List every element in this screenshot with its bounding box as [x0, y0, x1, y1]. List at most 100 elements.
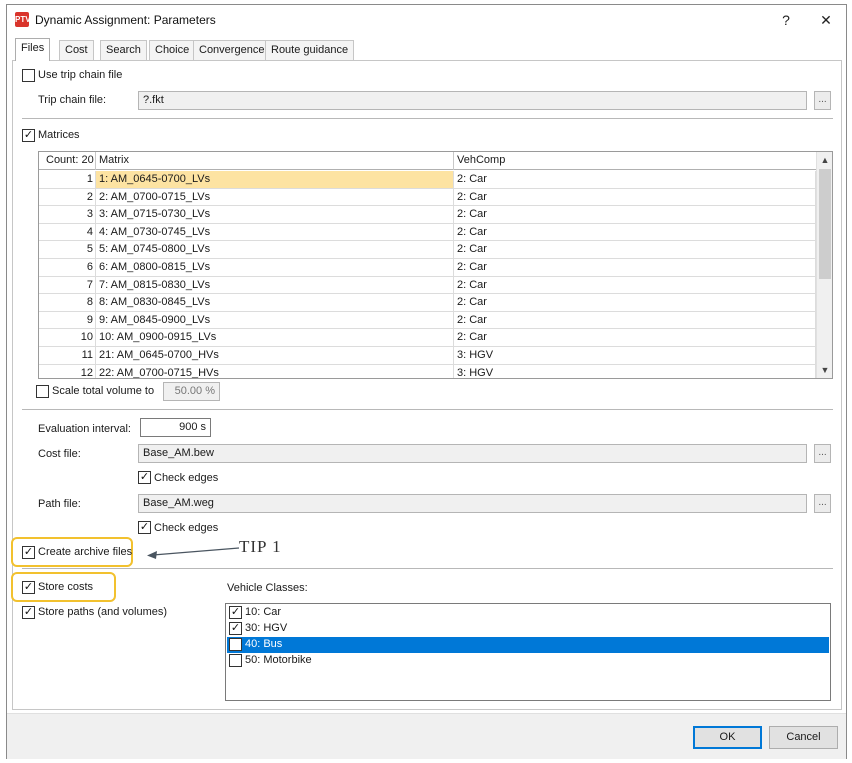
- tip-annotation: TIP 1: [239, 537, 282, 556]
- matrix-cell[interactable]: 8: AM_0830-0845_LVs: [96, 294, 454, 312]
- table-row[interactable]: 11 21: AM_0645-0700_HVs 3: HGV: [39, 347, 816, 365]
- tab-convergence[interactable]: Convergence: [193, 40, 271, 60]
- ok-button[interactable]: OK: [693, 726, 762, 749]
- vehcomp-cell[interactable]: 2: Car: [454, 311, 816, 329]
- vehcomp-cell[interactable]: 2: Car: [454, 171, 816, 188]
- store-paths-label: Store paths (and volumes): [38, 606, 168, 618]
- cost-check-edges-label: Check edges: [154, 472, 219, 484]
- path-check-edges-label: Check edges: [154, 522, 219, 534]
- table-row[interactable]: 7 7: AM_0815-0830_LVs 2: Car: [39, 276, 816, 295]
- tab-files[interactable]: Files: [15, 38, 51, 61]
- scroll-up-icon[interactable]: ▲: [817, 152, 832, 168]
- table-row[interactable]: 12 22: AM_0700-0715_HVs 3: HGV: [39, 364, 816, 378]
- tip-arrow-icon: [147, 547, 240, 559]
- row-number-cell[interactable]: 8: [39, 294, 96, 312]
- matrices-grid[interactable]: Count: 20 Matrix VehComp 1 1: AM_0645-070…: [38, 151, 833, 379]
- evaluation-interval-field[interactable]: 900 s: [140, 418, 211, 437]
- dialog-footer: OK Cancel: [7, 713, 846, 759]
- matrix-cell[interactable]: 2: AM_0700-0715_LVs: [96, 188, 454, 206]
- vehicle-class-label: 10: Car: [245, 606, 282, 618]
- vehcomp-cell[interactable]: 2: Car: [454, 329, 816, 347]
- table-row[interactable]: 8 8: AM_0830-0845_LVs 2: Car: [39, 294, 816, 312]
- row-number-cell[interactable]: 3: [39, 206, 96, 224]
- vehicle-class-item[interactable]: ✓ 10: Car: [227, 605, 829, 621]
- row-number-cell[interactable]: 9: [39, 311, 96, 329]
- use-trip-chain-checkbox[interactable]: [22, 69, 35, 82]
- create-archive-checkbox[interactable]: ✓: [22, 546, 35, 559]
- scroll-thumb[interactable]: [819, 169, 831, 279]
- grid-vertical-scrollbar[interactable]: ▲ ▼: [816, 152, 832, 378]
- table-row[interactable]: 1 1: AM_0645-0700_LVs 2: Car: [39, 171, 816, 189]
- vehicle-class-checkbox[interactable]: ✓: [229, 606, 242, 619]
- vehicle-classes-list[interactable]: ✓ 10: Car ✓ 30: HGV 40: Bus 50: Motorbik…: [225, 603, 831, 701]
- vehicle-class-checkbox[interactable]: [229, 638, 242, 651]
- row-number-cell[interactable]: 2: [39, 188, 96, 206]
- path-file-browse-button[interactable]: ...: [814, 494, 831, 513]
- row-number-cell[interactable]: 11: [39, 347, 96, 364]
- vehcomp-cell[interactable]: 3: HGV: [454, 347, 816, 364]
- matrix-cell[interactable]: 21: AM_0645-0700_HVs: [96, 347, 454, 364]
- scale-volume-checkbox[interactable]: [36, 385, 49, 398]
- table-row[interactable]: 2 2: AM_0700-0715_LVs 2: Car: [39, 188, 816, 207]
- vehcomp-cell[interactable]: 2: Car: [454, 206, 816, 224]
- matrix-cell[interactable]: 1: AM_0645-0700_LVs: [96, 171, 454, 188]
- col-header-vehcomp[interactable]: VehComp: [454, 152, 816, 170]
- cancel-button[interactable]: Cancel: [769, 726, 838, 749]
- store-costs-checkbox[interactable]: ✓: [22, 581, 35, 594]
- tab-choice[interactable]: Choice: [149, 40, 196, 60]
- trip-chain-browse-button[interactable]: ...: [814, 91, 831, 110]
- vehicle-class-checkbox[interactable]: [229, 654, 242, 667]
- vehcomp-cell[interactable]: 3: HGV: [454, 364, 816, 378]
- table-row[interactable]: 10 10: AM_0900-0915_LVs 2: Car: [39, 329, 816, 347]
- path-check-edges-checkbox[interactable]: ✓: [138, 521, 151, 534]
- table-row[interactable]: 4 4: AM_0730-0745_LVs 2: Car: [39, 223, 816, 242]
- vehcomp-cell[interactable]: 2: Car: [454, 223, 816, 241]
- row-number-cell[interactable]: 10: [39, 329, 96, 347]
- help-button[interactable]: ?: [773, 9, 799, 31]
- vehicle-class-item[interactable]: 40: Bus: [227, 637, 829, 653]
- tab-cost[interactable]: Cost: [59, 40, 94, 60]
- scroll-down-icon[interactable]: ▼: [817, 362, 832, 378]
- table-row[interactable]: 9 9: AM_0845-0900_LVs 2: Car: [39, 311, 816, 330]
- row-number-cell[interactable]: 1: [39, 171, 96, 188]
- close-button[interactable]: ✕: [813, 9, 839, 31]
- vehcomp-cell[interactable]: 2: Car: [454, 241, 816, 259]
- vehcomp-cell[interactable]: 2: Car: [454, 259, 816, 276]
- row-number-cell[interactable]: 6: [39, 259, 96, 276]
- table-row[interactable]: 5 5: AM_0745-0800_LVs 2: Car: [39, 241, 816, 259]
- vehicle-class-checkbox[interactable]: ✓: [229, 622, 242, 635]
- vehicle-class-item[interactable]: ✓ 30: HGV: [227, 621, 829, 637]
- title-bar: PTV Dynamic Assignment: Parameters ? ✕: [7, 5, 846, 35]
- tab-route-guidance[interactable]: Route guidance: [265, 40, 355, 60]
- vehcomp-cell[interactable]: 2: Car: [454, 294, 816, 312]
- matrices-checkbox[interactable]: ✓: [22, 129, 35, 142]
- scale-volume-field[interactable]: 50.00 %: [163, 382, 220, 401]
- row-number-cell[interactable]: 12: [39, 364, 96, 378]
- col-header-matrix[interactable]: Matrix: [96, 152, 454, 170]
- vehicle-class-item[interactable]: 50: Motorbike: [227, 653, 829, 669]
- matrix-cell[interactable]: 5: AM_0745-0800_LVs: [96, 241, 454, 259]
- row-number-cell[interactable]: 5: [39, 241, 96, 259]
- cost-check-edges-checkbox[interactable]: ✓: [138, 471, 151, 484]
- matrix-cell[interactable]: 10: AM_0900-0915_LVs: [96, 329, 454, 347]
- cost-file-field[interactable]: Base_AM.bew: [138, 444, 807, 463]
- vehcomp-cell[interactable]: 2: Car: [454, 188, 816, 206]
- path-file-label: Path file:: [38, 498, 81, 510]
- col-header-count[interactable]: Count: 20: [39, 152, 96, 170]
- cost-file-browse-button[interactable]: ...: [814, 444, 831, 463]
- path-file-field[interactable]: Base_AM.weg: [138, 494, 807, 513]
- matrix-cell[interactable]: 3: AM_0715-0730_LVs: [96, 206, 454, 224]
- matrix-cell[interactable]: 9: AM_0845-0900_LVs: [96, 311, 454, 329]
- table-row[interactable]: 3 3: AM_0715-0730_LVs 2: Car: [39, 206, 816, 224]
- matrix-cell[interactable]: 7: AM_0815-0830_LVs: [96, 276, 454, 294]
- vehcomp-cell[interactable]: 2: Car: [454, 276, 816, 294]
- row-number-cell[interactable]: 7: [39, 276, 96, 294]
- matrix-cell[interactable]: 4: AM_0730-0745_LVs: [96, 223, 454, 241]
- table-row[interactable]: 6 6: AM_0800-0815_LVs 2: Car: [39, 259, 816, 277]
- matrix-cell[interactable]: 6: AM_0800-0815_LVs: [96, 259, 454, 276]
- tab-search[interactable]: Search: [100, 40, 147, 60]
- store-paths-checkbox[interactable]: ✓: [22, 606, 35, 619]
- row-number-cell[interactable]: 4: [39, 223, 96, 241]
- matrix-cell[interactable]: 22: AM_0700-0715_HVs: [96, 364, 454, 378]
- trip-chain-file-field[interactable]: ?.fkt: [138, 91, 807, 110]
